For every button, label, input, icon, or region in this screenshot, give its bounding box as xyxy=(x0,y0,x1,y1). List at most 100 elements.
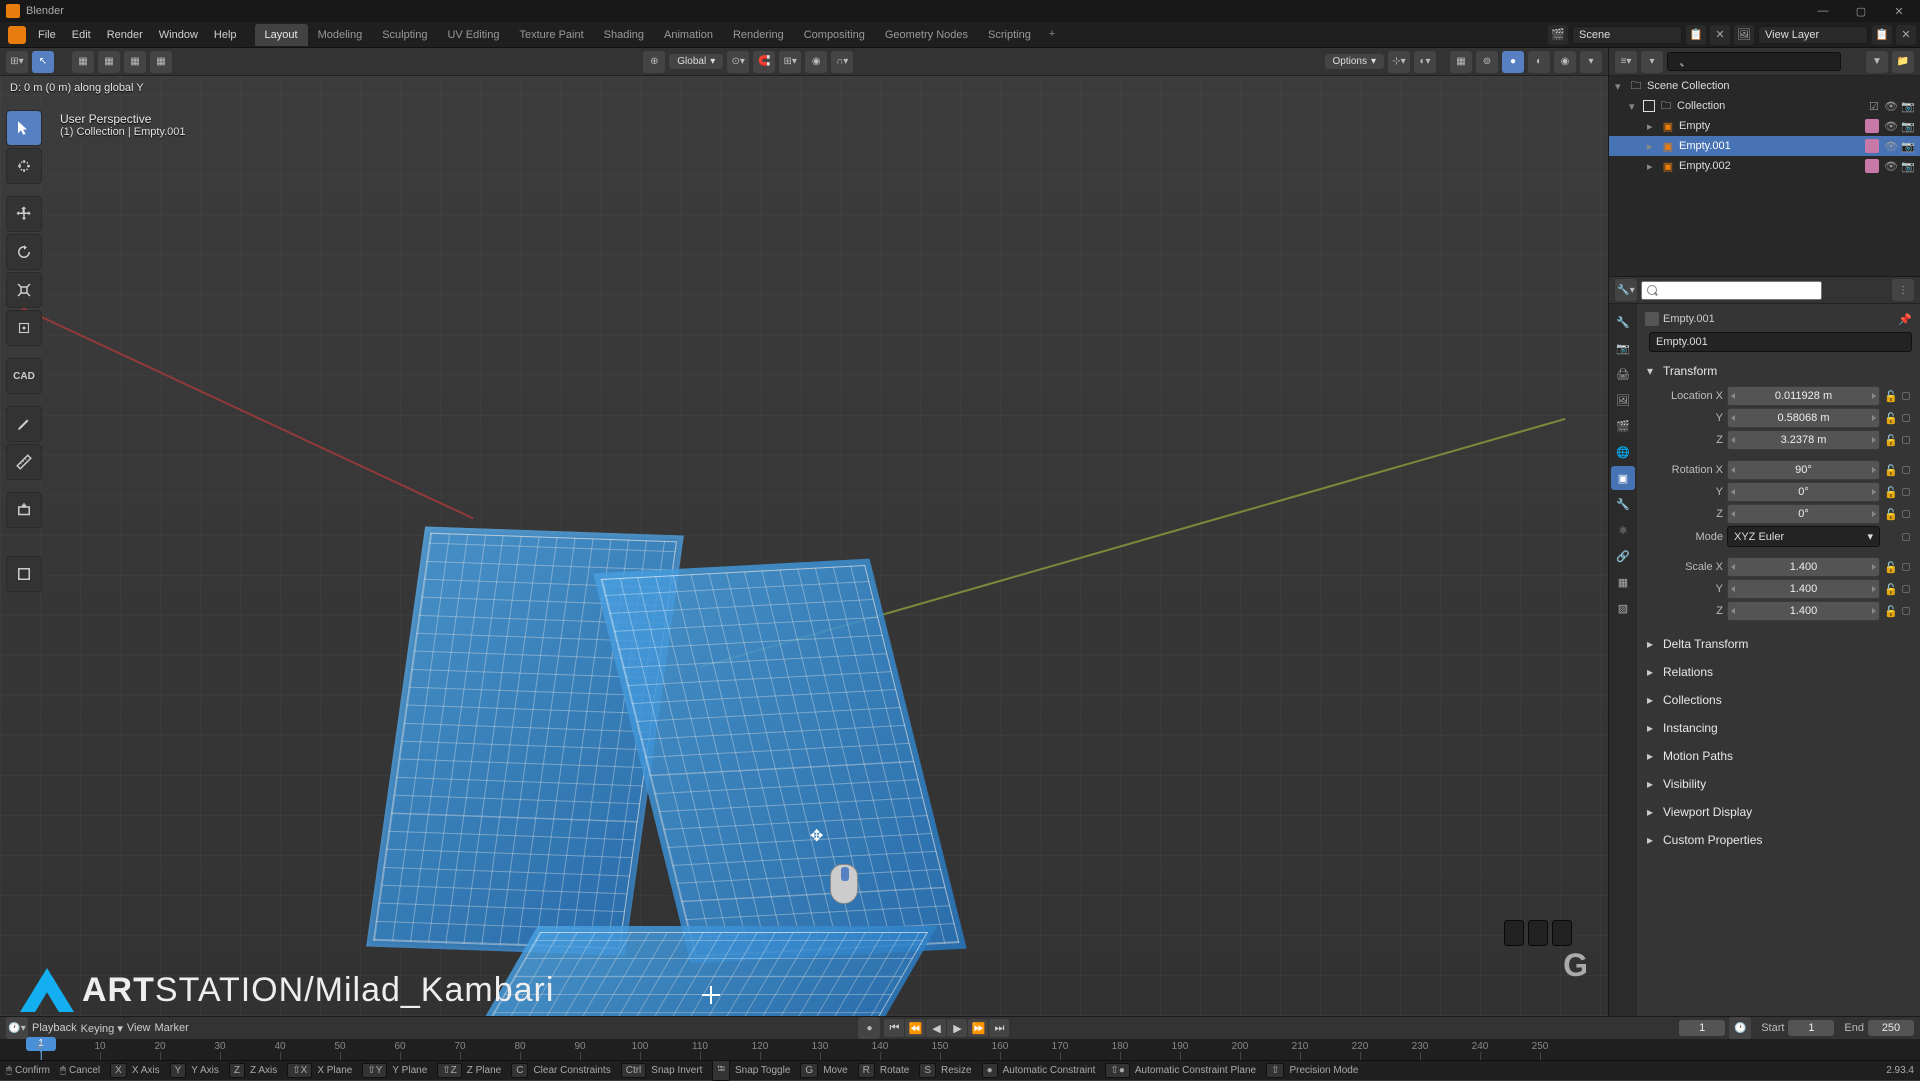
pin-icon[interactable]: 📌 xyxy=(1898,313,1912,326)
timeline-keying-menu[interactable]: Keying ▾ xyxy=(81,1022,123,1035)
keyframe-prev-button[interactable]: ⏪ xyxy=(905,1019,925,1037)
scene-new-button[interactable]: 📋 xyxy=(1686,25,1706,45)
outliner-item-empty002[interactable]: ▸ ▣ Empty.002 👁📷 xyxy=(1609,156,1920,176)
use-preview-range[interactable]: 🕐 xyxy=(1729,1017,1751,1039)
keyframe-button[interactable] xyxy=(1902,392,1910,400)
keyframe-button[interactable] xyxy=(1902,436,1910,444)
shading-matprev[interactable]: ◐ xyxy=(1528,51,1550,73)
workspace-scripting[interactable]: Scripting xyxy=(978,24,1041,46)
location-y-field[interactable]: 0.58068 m xyxy=(1727,408,1880,428)
panel-instancing[interactable]: ▸Instancing xyxy=(1645,717,1912,739)
workspace-shading[interactable]: Shading xyxy=(594,24,654,46)
workspace-compositing[interactable]: Compositing xyxy=(794,24,875,46)
panel-custom-properties[interactable]: ▸Custom Properties xyxy=(1645,829,1912,851)
orientation-icon[interactable]: ⊕ xyxy=(643,51,665,73)
panel-relations[interactable]: ▸Relations xyxy=(1645,661,1912,683)
jump-end-button[interactable]: ⏭ xyxy=(989,1019,1009,1037)
scale-z-field[interactable]: 1.400 xyxy=(1727,601,1880,621)
timeline-ruler[interactable]: 1 01020304050607080901001101201301401501… xyxy=(0,1039,1920,1060)
cursor-tool-header[interactable]: ↖ xyxy=(32,51,54,73)
timeline-marker-menu[interactable]: Marker xyxy=(155,1022,189,1034)
disclosure-icon[interactable]: ▸ xyxy=(1647,160,1657,173)
rotate-tool[interactable] xyxy=(6,234,42,270)
lock-icon[interactable]: 🔓 xyxy=(1884,486,1898,499)
rotation-x-field[interactable]: 90° xyxy=(1727,460,1880,480)
outliner-item-empty[interactable]: ▸ ▣ Empty 👁📷 xyxy=(1609,116,1920,136)
proportional-falloff[interactable]: ∩▾ xyxy=(831,51,853,73)
scale-x-field[interactable]: 1.400 xyxy=(1727,557,1880,577)
xray-button[interactable]: ▦ xyxy=(1450,51,1472,73)
checkbox-icon[interactable] xyxy=(1643,100,1655,112)
lock-icon[interactable]: 🔓 xyxy=(1884,390,1898,403)
snap-target-button[interactable]: ⊞▾ xyxy=(779,51,801,73)
proportional-button[interactable]: ◉ xyxy=(805,51,827,73)
timeline-editor-type[interactable]: 🕐▾ xyxy=(6,1017,28,1039)
render-toggle[interactable]: 📷 xyxy=(1900,120,1916,133)
end-frame-field[interactable]: 250 xyxy=(1868,1020,1914,1036)
object-name-input[interactable] xyxy=(1649,332,1912,352)
lock-icon[interactable]: 🔓 xyxy=(1884,605,1898,618)
proptab-tool[interactable]: 🔧 xyxy=(1611,310,1635,334)
proptab-object[interactable]: ▣ xyxy=(1611,466,1635,490)
keyframe-button[interactable] xyxy=(1902,510,1910,518)
lock-icon[interactable]: 🔓 xyxy=(1884,561,1898,574)
scene-icon[interactable]: 🎬 xyxy=(1548,25,1568,45)
workspace-rendering[interactable]: Rendering xyxy=(723,24,794,46)
scale-tool[interactable] xyxy=(6,272,42,308)
shading-solid[interactable]: ● xyxy=(1502,51,1524,73)
menu-edit[interactable]: Edit xyxy=(64,25,99,45)
proptab-constraints[interactable]: 🔗 xyxy=(1611,544,1635,568)
outliner-filter-button[interactable]: ▼ xyxy=(1866,51,1888,73)
shading-wire[interactable]: ⊚ xyxy=(1476,51,1498,73)
select-mode-3[interactable]: ▦ xyxy=(124,51,146,73)
proptab-physics[interactable]: ⚛ xyxy=(1611,518,1635,542)
rotation-z-field[interactable]: 0° xyxy=(1727,504,1880,524)
select-mode-4[interactable]: ▦ xyxy=(150,51,172,73)
workspace-layout[interactable]: Layout xyxy=(255,24,308,46)
lock-icon[interactable]: 🔓 xyxy=(1884,412,1898,425)
workspace-modeling[interactable]: Modeling xyxy=(308,24,373,46)
workspace-geonodes[interactable]: Geometry Nodes xyxy=(875,24,978,46)
disclosure-icon[interactable]: ▾ xyxy=(1629,100,1639,113)
proptab-data[interactable]: ▦ xyxy=(1611,570,1635,594)
workspace-animation[interactable]: Animation xyxy=(654,24,723,46)
timeline-playback-menu[interactable]: Playback xyxy=(32,1022,77,1034)
lock-icon[interactable]: 🔓 xyxy=(1884,583,1898,596)
keyframe-button[interactable] xyxy=(1902,533,1910,541)
workspace-uv[interactable]: UV Editing xyxy=(437,24,509,46)
add-tool[interactable] xyxy=(6,492,42,528)
cad-tool[interactable]: CAD xyxy=(6,358,42,394)
location-z-field[interactable]: 3.2378 m xyxy=(1727,430,1880,450)
panel-motion-paths[interactable]: ▸Motion Paths xyxy=(1645,745,1912,767)
editor-type-button[interactable]: ⊞▾ xyxy=(6,51,28,73)
keyframe-button[interactable] xyxy=(1902,414,1910,422)
orientation-dropdown[interactable]: Global▾ xyxy=(669,54,723,69)
proptab-viewlayer[interactable]: 🖼 xyxy=(1611,388,1635,412)
maximize-button[interactable]: ▢ xyxy=(1846,2,1876,20)
proptab-world[interactable]: 🌐 xyxy=(1611,440,1635,464)
snap-button[interactable]: 🧲 xyxy=(753,51,775,73)
hide-toggle[interactable]: 👁 xyxy=(1883,120,1899,133)
overlay-button[interactable]: ◐▾ xyxy=(1414,51,1436,73)
3d-viewport[interactable]: D: 0 m (0 m) along global Y User Perspec… xyxy=(0,76,1608,1016)
keyframe-button[interactable] xyxy=(1902,488,1910,496)
viewlayer-name-input[interactable] xyxy=(1758,26,1868,44)
viewlayer-new-button[interactable]: 📋 xyxy=(1872,25,1892,45)
shading-dropdown[interactable]: ▾ xyxy=(1580,51,1602,73)
outliner-new-collection[interactable]: 📁 xyxy=(1892,51,1914,73)
menu-render[interactable]: Render xyxy=(99,25,151,45)
lock-icon[interactable]: 🔓 xyxy=(1884,434,1898,447)
disclosure-icon[interactable]: ▸ xyxy=(1647,120,1657,133)
keyframe-button[interactable] xyxy=(1902,585,1910,593)
location-x-field[interactable]: 0.011928 m xyxy=(1727,386,1880,406)
timeline-view-menu[interactable]: View xyxy=(127,1022,151,1034)
disclosure-icon[interactable]: ▸ xyxy=(1647,140,1657,153)
outliner-item-empty001[interactable]: ▸ ▣ Empty.001 👁📷 xyxy=(1609,136,1920,156)
proptab-modifiers[interactable]: 🔧 xyxy=(1611,492,1635,516)
menu-help[interactable]: Help xyxy=(206,25,245,45)
select-mode-2[interactable]: ▦ xyxy=(98,51,120,73)
measure-tool[interactable] xyxy=(6,444,42,480)
hide-toggle[interactable]: 👁 xyxy=(1883,140,1899,153)
close-button[interactable]: ✕ xyxy=(1884,2,1914,20)
properties-editor-type[interactable]: 🔧▾ xyxy=(1615,279,1637,301)
